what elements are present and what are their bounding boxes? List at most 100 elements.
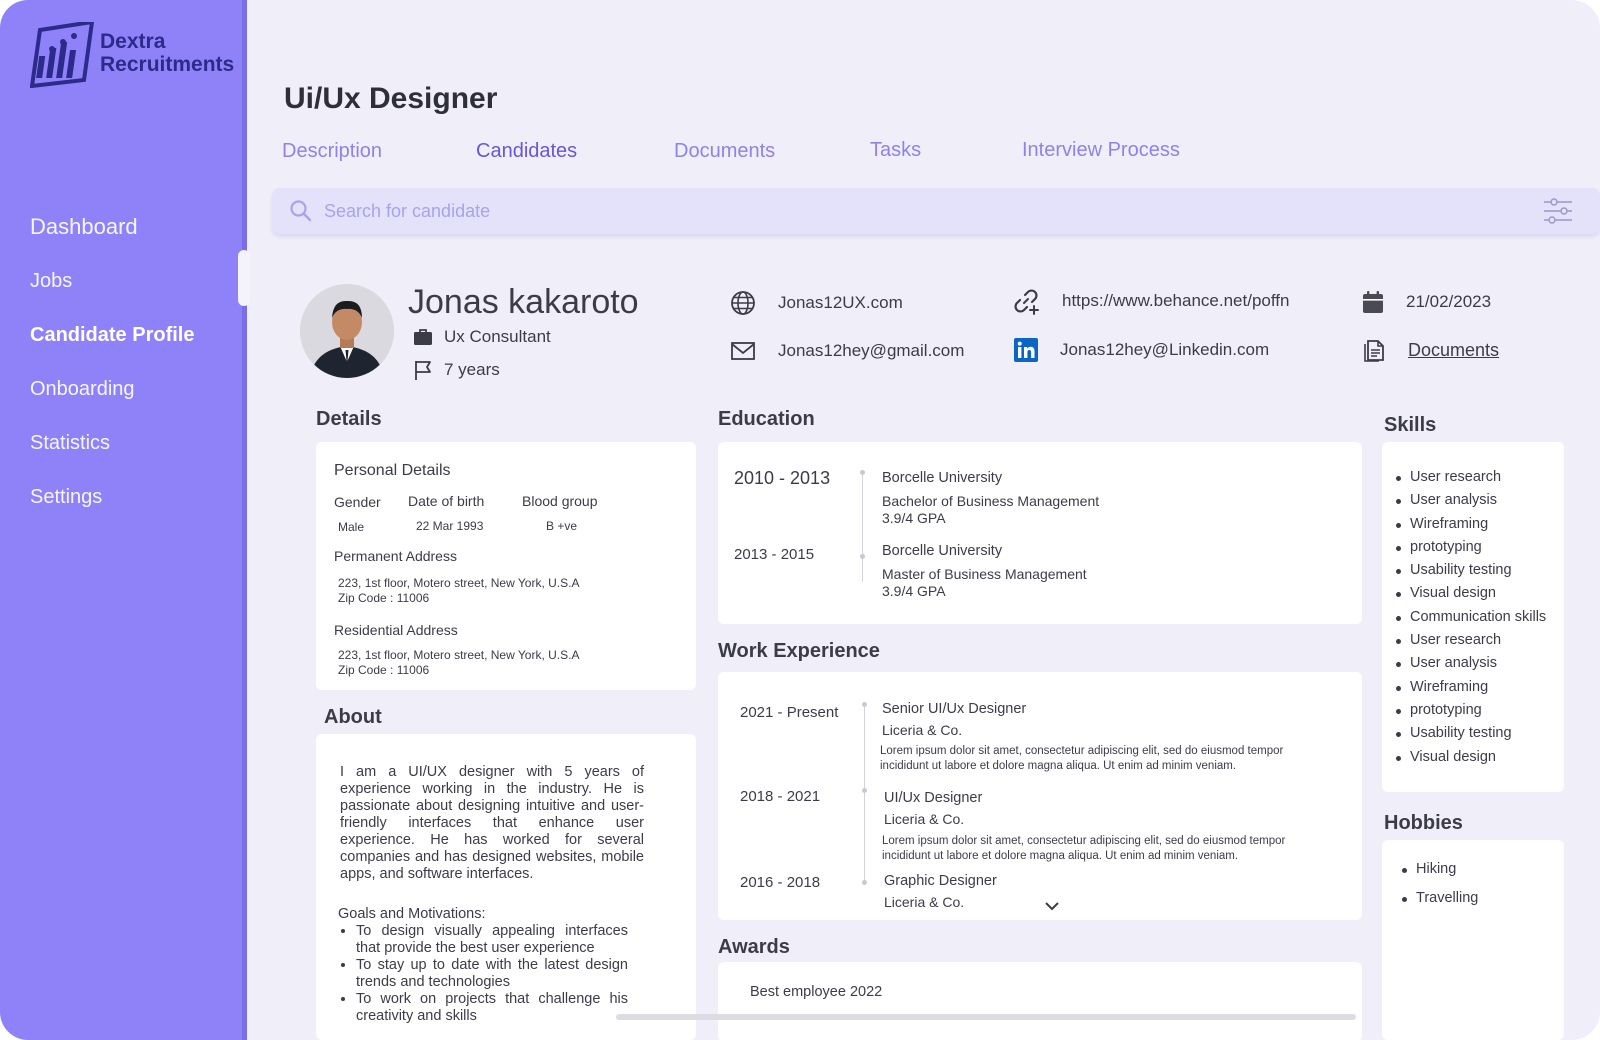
awards-card: Best employee 2022: [718, 962, 1362, 1040]
linkedin-link[interactable]: Jonas12hey@Linkedin.com: [1060, 340, 1269, 360]
work-company: Liceria & Co.: [884, 894, 965, 910]
search-icon[interactable]: [288, 198, 314, 224]
flag-icon: [415, 361, 431, 380]
goal-item: To design visually appealing interfaces …: [356, 923, 628, 957]
portfolio-link[interactable]: https://www.behance.net/poffn: [1062, 291, 1289, 311]
residential-zip: Zip Code : 11006: [338, 663, 430, 677]
avatar-photo: [300, 284, 394, 378]
work-company: Liceria & Co.: [882, 722, 963, 738]
candidate-experience-label: 7 years: [444, 360, 500, 379]
sidebar-item-candidate-profile[interactable]: Candidate Profile: [30, 320, 194, 374]
personal-details-heading: Personal Details: [334, 462, 451, 479]
degree-name: Master of Business Management: [882, 566, 1087, 582]
details-card: Personal Details Gender Date of birth Bl…: [316, 442, 696, 690]
education-years: 2010 - 2013: [734, 468, 831, 488]
goals-list: To design visually appealing interfaces …: [356, 923, 628, 1025]
tab-tasks[interactable]: Tasks: [870, 139, 921, 162]
work-description: Lorem ipsum dolor sit amet, consectetur …: [882, 835, 1286, 862]
degree-gpa: 3.9/4 GPA: [882, 583, 946, 599]
goals-heading: Goals and Motivations:: [338, 906, 486, 922]
email-link[interactable]: Jonas12hey@gmail.com: [778, 341, 964, 361]
linkedin-icon: [1014, 338, 1038, 362]
goal-item: To stay up to date with the latest desig…: [356, 957, 628, 991]
degree-name: Bachelor of Business Management: [882, 493, 1100, 509]
candidate-experience: 7 years: [412, 359, 500, 381]
brand-logo[interactable]: Dextra Recruitments: [30, 22, 240, 88]
work-experience-card: 2021 - Present Senior UI/Ux Designer Lic…: [718, 672, 1362, 920]
document-icon: [1364, 340, 1384, 362]
horizontal-scrollbar[interactable]: [616, 1014, 1356, 1020]
work-company: Liceria & Co.: [884, 811, 965, 827]
sidebar-item-dashboard[interactable]: Dashboard: [30, 212, 194, 266]
skills-card: User research User analysis Wireframing …: [1382, 442, 1564, 792]
education-timeline-line: [862, 470, 863, 582]
residential-address-label: Residential Address: [334, 622, 458, 638]
tab-documents[interactable]: Documents: [674, 140, 775, 163]
skills-list: User research User analysis Wireframing …: [1396, 466, 1546, 769]
search-bar: [272, 188, 1600, 234]
brand-line-2: Recruitments: [100, 53, 235, 76]
app-window: Dextra Recruitments Dashboard Jobs Candi…: [0, 0, 1600, 1040]
tab-candidates[interactable]: Candidates: [476, 140, 577, 163]
gender-value: Male: [338, 520, 365, 534]
skills-heading: Skills: [1384, 414, 1437, 436]
filter-icon[interactable]: [1542, 196, 1574, 226]
sidebar-item-statistics[interactable]: Statistics: [30, 428, 194, 482]
candidate-role-label: Ux Consultant: [444, 327, 551, 346]
work-timeline-line: [864, 702, 865, 884]
education-card: 2010 - 2013 Borcelle University Bachelor…: [718, 442, 1362, 624]
contact-website: Jonas12UX.com: [730, 290, 903, 316]
work-years: 2016 - 2018: [740, 874, 821, 891]
documents-link[interactable]: Documents: [1408, 340, 1499, 361]
timeline-dot: [860, 470, 865, 475]
sidebar-item-settings[interactable]: Settings: [30, 482, 194, 536]
sidebar-item-jobs[interactable]: Jobs: [30, 266, 194, 320]
residential-address: 223, 1st floor, Motero street, New York,…: [338, 648, 579, 678]
sidebar-border: [242, 0, 247, 1040]
dob-label: Date of birth: [408, 493, 485, 509]
work-description: Lorem ipsum dolor sit amet, consectetur …: [880, 745, 1284, 772]
sidebar-item-onboarding[interactable]: Onboarding: [30, 374, 194, 428]
gender-label: Gender: [334, 494, 381, 510]
goals-section: Goals and Motivations: To design visuall…: [338, 906, 628, 1025]
about-card: I am a UI/UX designer with 5 years of ex…: [316, 734, 696, 1040]
hobbies-heading: Hobbies: [1384, 812, 1463, 834]
skill-item: Wireframing: [1396, 676, 1546, 699]
tab-bar: Description Candidates Documents Tasks I…: [282, 139, 1282, 170]
skill-item: prototyping: [1396, 536, 1546, 559]
brand-name: Dextra Recruitments: [100, 30, 234, 76]
dob-value: 22 Mar 1993: [416, 519, 484, 533]
blood-group-label: Blood group: [522, 493, 598, 509]
education-heading: Education: [718, 408, 815, 430]
work-years: 2021 - Present: [740, 704, 839, 721]
timeline-dot: [860, 554, 865, 559]
brand-logo-icon: [30, 22, 95, 88]
skill-item: Visual design: [1396, 582, 1546, 605]
chevron-down-icon[interactable]: [1044, 900, 1060, 912]
permanent-address-line: 223, 1st floor, Motero street, New York,…: [338, 576, 580, 590]
skill-item: User analysis: [1396, 489, 1546, 512]
tab-description[interactable]: Description: [282, 140, 382, 163]
education-degree: Bachelor of Business Management 3.9/4 GP…: [882, 493, 1099, 527]
about-text: I am a UI/UX designer with 5 years of ex…: [340, 764, 644, 882]
search-input[interactable]: [324, 194, 1474, 228]
candidate-role: Ux Consultant: [412, 326, 551, 348]
education-school: Borcelle University: [882, 470, 1003, 486]
education-school: Borcelle University: [882, 543, 1003, 559]
work-title: UI/Ux Designer: [884, 790, 983, 806]
permanent-zip: Zip Code : 11006: [338, 591, 430, 605]
award-item: Best employee 2022: [750, 984, 883, 1000]
contact-linkedin: Jonas12hey@Linkedin.com: [1014, 338, 1269, 362]
contact-date: 21/02/2023: [1362, 290, 1491, 314]
goal-item: To work on projects that challenge his c…: [356, 991, 628, 1025]
skill-item: prototyping: [1396, 699, 1546, 722]
details-heading: Details: [316, 408, 382, 430]
website-link[interactable]: Jonas12UX.com: [778, 293, 903, 313]
skill-item: User research: [1396, 466, 1546, 489]
tab-interview-process[interactable]: Interview Process: [1022, 139, 1180, 162]
calendar-icon: [1363, 291, 1383, 313]
awards-heading: Awards: [718, 936, 790, 958]
hobby-item: Hiking: [1402, 858, 1478, 887]
work-title: Graphic Designer: [884, 873, 997, 889]
sidebar-scrollbar[interactable]: [238, 250, 250, 306]
